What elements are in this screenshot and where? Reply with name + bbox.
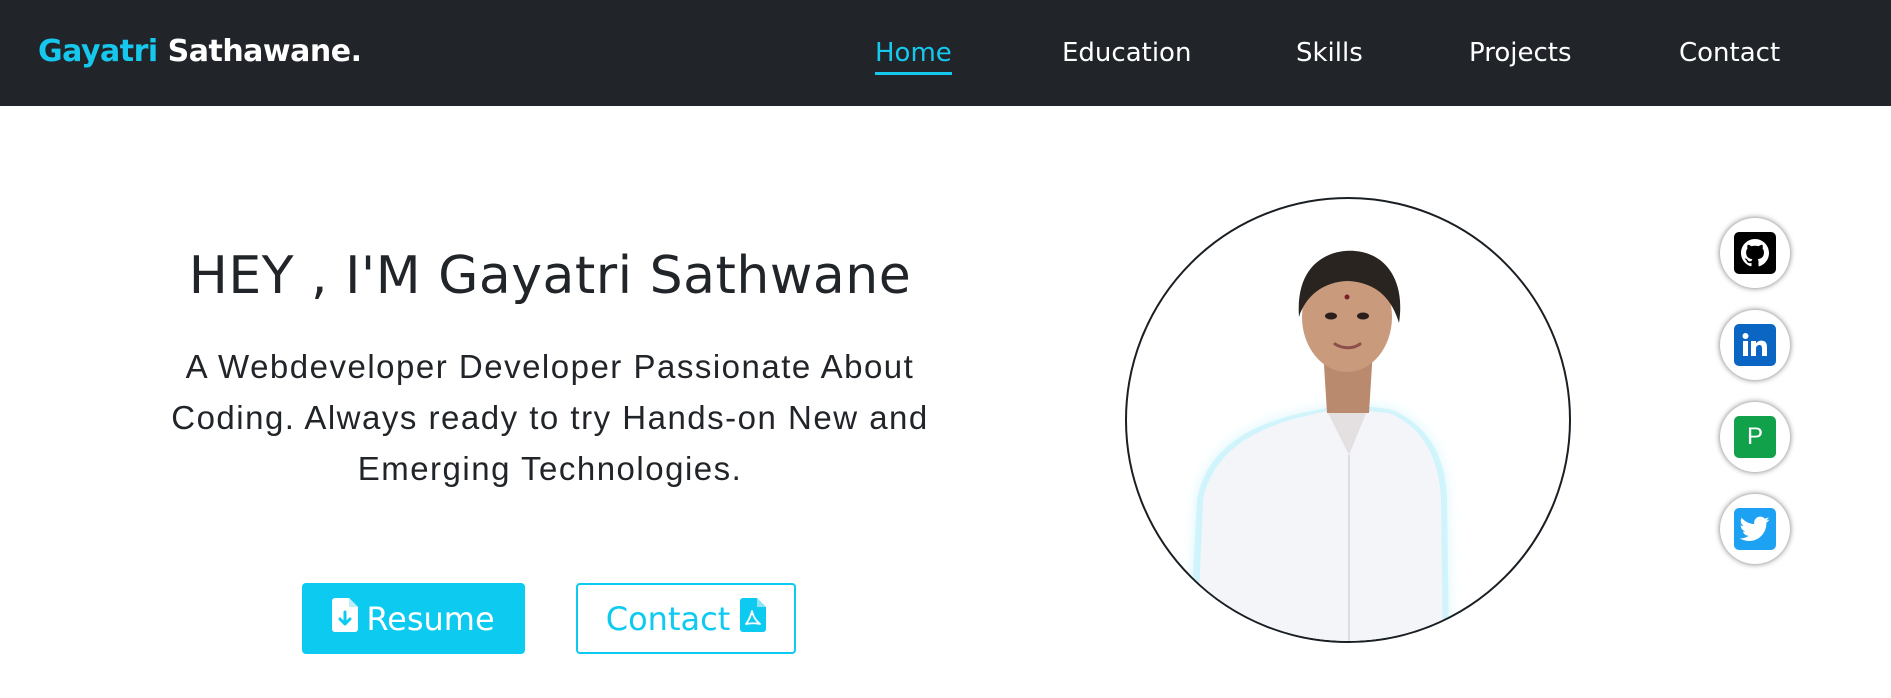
contact-button-label: Contact (605, 599, 731, 638)
nav-link-home[interactable]: Home (875, 38, 952, 75)
portfolio-p-icon: P (1734, 416, 1776, 458)
navbar: Gayatri Sathawane. Home Education Skills… (0, 0, 1891, 106)
brand-logo[interactable]: Gayatri Sathawane. (38, 34, 362, 69)
hero-title: HEY , I'M Gayatri Sathwane (188, 246, 912, 306)
file-download-icon (332, 597, 366, 640)
file-pdf-icon (730, 597, 767, 640)
contact-button[interactable]: Contact (576, 583, 796, 654)
social-linkedin-button[interactable] (1720, 310, 1790, 380)
profile-photo (1125, 197, 1571, 643)
linkedin-icon (1734, 324, 1776, 366)
nav-link-contact[interactable]: Contact (1679, 38, 1780, 72)
hero-subtitle: A Webdeveloper Developer Passionate Abou… (171, 348, 929, 487)
social-portfolio-button[interactable]: P (1720, 402, 1790, 472)
nav-link-education[interactable]: Education (1062, 38, 1191, 72)
twitter-icon (1734, 508, 1776, 550)
brand-last-name: Sathawane. (167, 34, 362, 69)
social-twitter-button[interactable] (1720, 494, 1790, 564)
social-github-button[interactable] (1720, 218, 1790, 288)
brand-first-name: Gayatri (38, 34, 158, 69)
resume-button-label: Resume (366, 599, 495, 638)
resume-button[interactable]: Resume (302, 583, 525, 654)
github-icon (1734, 232, 1776, 274)
nav-link-skills[interactable]: Skills (1296, 38, 1363, 72)
nav-link-projects[interactable]: Projects (1469, 38, 1572, 72)
